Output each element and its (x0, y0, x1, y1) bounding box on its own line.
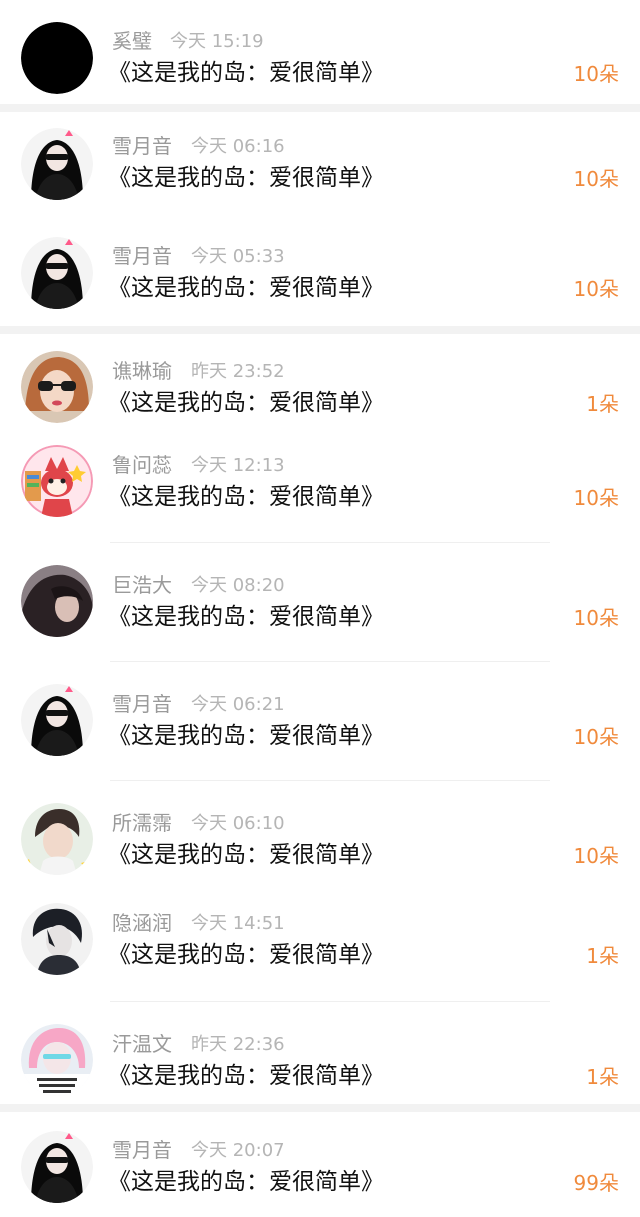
girl-sunglasses-icon (21, 1131, 93, 1203)
girl-sunglasses-icon (21, 684, 93, 756)
list-item[interactable]: 奚璧 今天 15:19 《这是我的岛：爱很简单》 10朵 (0, 0, 640, 104)
sender-name[interactable]: 所濡霈 (112, 811, 172, 835)
sender-name[interactable]: 巨浩大 (112, 573, 172, 597)
list-item[interactable]: 雪月音 今天 05:33 《这是我的岛：爱很简单》 10朵 (0, 220, 640, 326)
avatar[interactable] (21, 445, 93, 517)
avatar[interactable] (21, 128, 93, 200)
timestamp: 今天 12:13 (191, 455, 285, 476)
flower-count: 1朵 (586, 944, 619, 968)
woman-sunglasses-icon (21, 351, 93, 423)
list-item[interactable]: 鲁问蕊 今天 12:13 《这是我的岛：爱很简单》 10朵 (0, 434, 640, 542)
gift-title: 《这是我的岛：爱很简单》 (108, 484, 384, 510)
flower-count: 10朵 (573, 486, 619, 510)
avatar[interactable] (21, 903, 93, 975)
gift-title: 《这是我的岛：爱很简单》 (108, 842, 384, 868)
sender-name[interactable]: 汗温文 (112, 1032, 172, 1056)
flower-count: 10朵 (573, 167, 619, 191)
timestamp: 今天 14:51 (191, 913, 285, 934)
section-gap (0, 104, 640, 112)
sender-name[interactable]: 奚璧 (112, 29, 152, 53)
cartoon-fox-icon (21, 445, 93, 517)
timestamp: 今天 06:16 (191, 136, 285, 157)
avatar[interactable] (21, 1131, 93, 1203)
list-item[interactable]: 巨浩大 今天 08:20 《这是我的岛：爱很简单》 10朵 (0, 543, 640, 661)
avatar[interactable] (21, 351, 93, 423)
young-man-icon (21, 803, 93, 875)
gift-title: 《这是我的岛：爱很简单》 (108, 60, 384, 86)
gift-title: 《这是我的岛：爱很简单》 (108, 942, 384, 968)
sender-name[interactable]: 雪月音 (112, 244, 172, 268)
timestamp: 昨天 23:52 (191, 361, 285, 382)
flower-count: 1朵 (586, 1065, 619, 1089)
gift-title: 《这是我的岛：爱很简单》 (108, 165, 384, 191)
timestamp: 今天 06:10 (191, 813, 285, 834)
gift-title: 《这是我的岛：爱很简单》 (108, 390, 384, 416)
gift-title: 《这是我的岛：爱很简单》 (108, 723, 384, 749)
avatar[interactable] (21, 1024, 93, 1096)
section-gap (0, 1104, 640, 1112)
timestamp: 今天 20:07 (191, 1140, 285, 1161)
pink-hair-girl-icon (21, 1024, 93, 1096)
list-item[interactable]: 雪月音 今天 20:07 《这是我的岛：爱很简单》 99朵 (0, 1112, 640, 1217)
sender-name[interactable]: 谯琳瑜 (112, 359, 172, 383)
girl-sunglasses-icon (21, 237, 93, 309)
section-gap (0, 326, 640, 334)
sender-name[interactable]: 雪月音 (112, 692, 172, 716)
sender-name[interactable]: 隐涵润 (112, 911, 172, 935)
gift-title: 《这是我的岛：爱很简单》 (108, 1063, 384, 1089)
sender-name[interactable]: 雪月音 (112, 1138, 172, 1162)
avatar[interactable] (21, 22, 93, 94)
list-item[interactable]: 汗温文 昨天 22:36 《这是我的岛：爱很简单》 1朵 (0, 1002, 640, 1104)
list-item[interactable]: 所濡霈 今天 06:10 《这是我的岛：爱很简单》 10朵 (0, 781, 640, 881)
flower-count: 10朵 (573, 844, 619, 868)
gift-title: 《这是我的岛：爱很简单》 (108, 604, 384, 630)
list-item[interactable]: 雪月音 今天 06:16 《这是我的岛：爱很简单》 10朵 (0, 112, 640, 220)
anime-boy-icon (21, 903, 93, 975)
flower-count: 10朵 (573, 606, 619, 630)
flower-count: 10朵 (573, 725, 619, 749)
flower-count: 99朵 (573, 1171, 619, 1195)
list-item[interactable]: 雪月音 今天 06:21 《这是我的岛：爱很简单》 10朵 (0, 662, 640, 780)
flower-count: 1朵 (586, 392, 619, 416)
gift-title: 《这是我的岛：爱很简单》 (108, 275, 384, 301)
list-item[interactable]: 隐涵润 今天 14:51 《这是我的岛：爱很简单》 1朵 (0, 881, 640, 1001)
girl-sunglasses-icon (21, 128, 93, 200)
avatar[interactable] (21, 684, 93, 756)
girl-dark-hair-icon (21, 565, 93, 637)
flower-count: 10朵 (573, 277, 619, 301)
list-item[interactable]: 谯琳瑜 昨天 23:52 《这是我的岛：爱很简单》 1朵 (0, 334, 640, 434)
avatar[interactable] (21, 565, 93, 637)
avatar[interactable] (21, 803, 93, 875)
gift-title: 《这是我的岛：爱很简单》 (108, 1169, 384, 1195)
timestamp: 今天 08:20 (191, 575, 285, 596)
timestamp: 今天 05:33 (191, 246, 285, 267)
timestamp: 今天 15:19 (170, 31, 264, 52)
sender-name[interactable]: 鲁问蕊 (112, 453, 172, 477)
avatar-black-circle-icon (21, 22, 93, 94)
avatar[interactable] (21, 237, 93, 309)
timestamp: 昨天 22:36 (191, 1034, 285, 1055)
flower-count: 10朵 (573, 62, 619, 86)
timestamp: 今天 06:21 (191, 694, 285, 715)
sender-name[interactable]: 雪月音 (112, 134, 172, 158)
